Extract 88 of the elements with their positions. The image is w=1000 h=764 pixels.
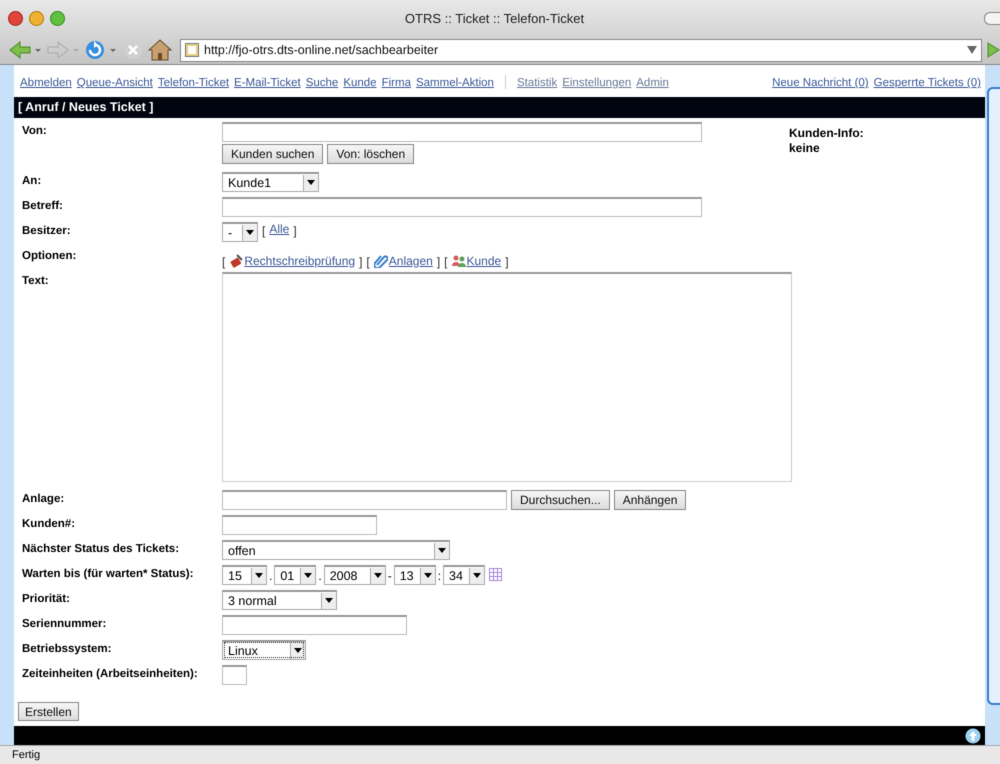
nav-link[interactable]: Abmelden — [20, 77, 72, 89]
dropdown[interactable]: Linux — [222, 640, 306, 660]
pen-icon — [229, 254, 244, 268]
separator: . — [318, 568, 322, 583]
form-button[interactable]: Von: löschen — [327, 144, 414, 164]
nav-link[interactable]: Sammel-Aktion — [416, 77, 494, 89]
option-link[interactable]: Rechtschreibprüfung — [229, 254, 356, 268]
text-field[interactable] — [222, 515, 377, 535]
submit-button[interactable]: Erstellen — [18, 702, 79, 721]
bracket: [ — [444, 254, 448, 268]
caret-icon[interactable] — [967, 46, 977, 54]
dropdown[interactable]: 15 — [222, 565, 267, 585]
field-label: Zeiteinheiten (Arbeitseinheiten): — [22, 667, 199, 682]
form-heading: [ Anruf / Neues Ticket ] — [14, 97, 985, 118]
separator: . — [269, 568, 272, 583]
bracket: ] — [436, 254, 440, 268]
dropdown[interactable]: 13 — [394, 565, 436, 585]
window-title: OTRS :: Ticket :: Telefon-Ticket — [404, 10, 586, 26]
nav-link[interactable]: E-Mail-Ticket — [234, 77, 301, 89]
dropdown[interactable]: 3 normal — [222, 590, 337, 610]
field-label: Priorität: — [22, 592, 71, 607]
nav-link[interactable]: Kunde — [343, 77, 377, 89]
forward-button[interactable] — [46, 40, 80, 60]
text-field[interactable] — [222, 490, 507, 510]
people-icon — [452, 254, 466, 268]
toolbar-toggle-button[interactable] — [984, 12, 1000, 24]
option-link[interactable]: Kunde — [452, 254, 502, 268]
reload-button[interactable] — [84, 39, 118, 61]
nav-link[interactable]: Neue Nachricht (0) — [772, 77, 869, 89]
go-button[interactable] — [986, 42, 1000, 58]
field-label: Optionen: — [22, 249, 78, 264]
scrollbar-thumb[interactable] — [987, 87, 1000, 705]
dropdown[interactable]: offen — [222, 540, 450, 560]
scroll-top-icon[interactable] — [965, 728, 981, 744]
field-label: Betreff: — [22, 199, 64, 214]
field-label: Von: — [22, 124, 48, 139]
nav-link[interactable]: Firma — [382, 77, 411, 89]
field-label: Seriennummer: — [22, 617, 108, 632]
scrollbar[interactable] — [985, 65, 1000, 745]
dropdown[interactable]: - — [222, 222, 258, 242]
field-label: Betriebssystem: — [22, 642, 112, 657]
minimize-button[interactable] — [29, 10, 44, 26]
form-button[interactable]: Durchsuchen... — [511, 490, 610, 510]
field-label: Text: — [22, 274, 50, 289]
form-button[interactable]: Kunden suchen — [222, 144, 324, 164]
nav-link[interactable]: Suche — [306, 77, 338, 89]
field-label: Warten bis (für warten* Status): — [22, 567, 194, 582]
separator: : — [438, 568, 442, 583]
bracket: ] — [293, 223, 297, 238]
calendar-icon[interactable] — [489, 568, 502, 581]
nav-link[interactable]: Einstellungen — [562, 77, 632, 89]
page-icon — [185, 43, 199, 57]
option-link[interactable]: Alle — [269, 222, 290, 236]
text-field[interactable] — [222, 665, 247, 685]
nav-link[interactable]: Statistik — [516, 77, 558, 89]
dropdown[interactable]: 34 — [443, 565, 486, 585]
field-label: Anlage: — [22, 492, 66, 507]
field-label: Kunden#: — [22, 517, 76, 532]
bracket: [ — [366, 254, 370, 268]
option-link[interactable]: Anlagen — [374, 254, 433, 268]
bracket: ] — [505, 254, 509, 268]
field-label: Besitzer: — [22, 224, 72, 239]
nav-link[interactable]: Queue-Ansicht — [76, 77, 153, 89]
nav-link[interactable]: Admin — [636, 77, 669, 89]
paperclip-icon — [374, 254, 388, 268]
customer-info-label: Kunden-Info: — [789, 126, 864, 141]
bracket: ] — [359, 254, 362, 268]
zoom-button[interactable] — [50, 10, 65, 26]
back-button[interactable] — [8, 40, 42, 60]
dropdown[interactable]: 2008 — [324, 565, 386, 585]
customer-info-value: keine — [789, 141, 821, 156]
text-field[interactable] — [222, 197, 702, 217]
bracket: [ — [222, 254, 226, 268]
field-label: An: — [22, 174, 42, 189]
form-button[interactable]: Anhängen — [614, 490, 686, 510]
dropdown[interactable]: 01 — [274, 565, 316, 585]
dropdown[interactable]: Kunde1 — [222, 172, 319, 192]
close-button[interactable] — [8, 10, 23, 26]
bracket: [ — [262, 223, 266, 238]
field-label: Nächster Status des Tickets: — [22, 542, 180, 557]
status-text: Fertig — [12, 749, 40, 761]
text-field[interactable] — [222, 122, 702, 142]
address-field[interactable]: http://fjo-otrs.dts-online.net/sachbearbeiter — [180, 38, 982, 62]
nav-link[interactable]: Telefon-Ticket — [158, 77, 230, 89]
separator: - — [388, 568, 392, 583]
text-field[interactable] — [222, 615, 407, 635]
home-button[interactable] — [148, 39, 172, 61]
nav-link[interactable]: Gesperrte Tickets (0) — [874, 77, 981, 89]
